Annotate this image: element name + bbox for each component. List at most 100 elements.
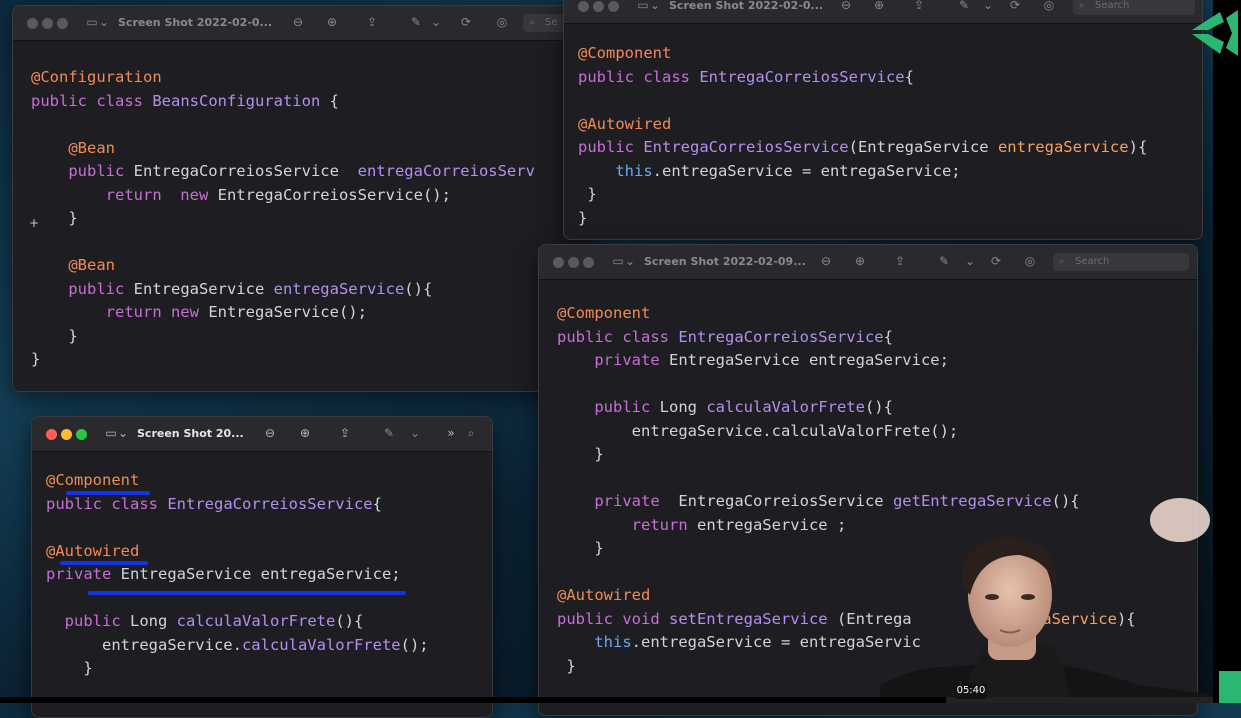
code-token: ){ xyxy=(1128,138,1148,156)
code-line: } xyxy=(31,325,535,349)
chevron-down-icon[interactable]: ⌄ xyxy=(408,426,422,440)
rotate-icon[interactable]: ⟳ xyxy=(989,254,1003,268)
close-dot[interactable] xyxy=(27,18,38,29)
zoom-dot[interactable] xyxy=(76,429,87,440)
code-token: EntregaCorreiosService xyxy=(133,162,358,180)
code-line: @Component xyxy=(578,42,1147,66)
zoom-dot[interactable] xyxy=(608,1,619,12)
code-token: EntregaService xyxy=(133,279,274,298)
search-icon[interactable]: ⌕ xyxy=(464,426,478,440)
share-icon[interactable]: ⇪ xyxy=(893,254,907,268)
search-field[interactable]: ⌕ Search xyxy=(1073,0,1195,15)
more-icon[interactable]: » xyxy=(444,426,458,440)
share-icon[interactable]: ⇪ xyxy=(338,426,352,440)
chevron-down-icon[interactable]: ⌄ xyxy=(981,0,995,12)
code-token: public class xyxy=(46,494,168,513)
search-placeholder: Search xyxy=(1095,0,1130,11)
chevron-down-icon[interactable]: ⌄ xyxy=(116,426,130,440)
window-toolbar: ▭ ⌄ Screen Shot 2022-02-0... ⊖ ⊕ ⇪ ✎ ⌄ ⟳… xyxy=(13,6,593,41)
zoom-in-icon[interactable]: ⊕ xyxy=(853,254,867,268)
window-toolbar: ▭ ⌄ Screen Shot 2022-02-0... ⊖ ⊕ ⇪ ✎ ⌄ ⟳… xyxy=(564,0,1202,24)
rotate-icon[interactable]: ⟳ xyxy=(459,15,473,29)
code-token: } xyxy=(557,539,604,557)
share-icon[interactable]: ⇪ xyxy=(365,15,379,29)
video-timestamp: 05:40 xyxy=(955,683,987,699)
zoom-in-icon[interactable]: ⊕ xyxy=(872,0,886,12)
close-dot[interactable] xyxy=(46,429,57,440)
code-token: EntregaService(); xyxy=(208,303,367,321)
code-token: @Component xyxy=(557,304,651,322)
code-token: entregaService xyxy=(997,138,1129,156)
markup-icon[interactable]: ◎ xyxy=(495,15,509,29)
markup-pen-icon[interactable]: ✎ xyxy=(957,0,971,12)
code-token: { xyxy=(904,67,914,86)
zoom-dot[interactable] xyxy=(57,18,68,29)
chevron-down-icon[interactable]: ⌄ xyxy=(648,0,662,12)
code-block: @Component public class EntregaCorreiosSe… xyxy=(578,42,1147,230)
search-field[interactable]: ⌕ Search xyxy=(1053,253,1189,271)
video-progress-bar[interactable] xyxy=(0,697,1213,703)
annotation-underline xyxy=(66,491,150,495)
zoom-out-icon[interactable]: ⊖ xyxy=(839,0,853,12)
markup-pen-icon[interactable]: ✎ xyxy=(937,254,951,268)
markup-icon[interactable]: ◎ xyxy=(1023,254,1037,268)
code-token: } xyxy=(557,656,576,675)
code-line: entregaService.calculaValorFrete(); xyxy=(557,420,1136,444)
minimize-dot[interactable] xyxy=(61,429,72,440)
markup-icon[interactable]: ◎ xyxy=(1042,0,1056,12)
zoom-in-icon[interactable]: ⊕ xyxy=(325,15,339,29)
chevron-down-icon[interactable]: ⌄ xyxy=(97,15,111,29)
code-token: EntregaCorreiosService xyxy=(167,494,373,513)
preview-window-field-injection[interactable]: ▭ ⌄ Screen Shot 20... ⊖ ⊕ ⇪ ✎ ⌄ » ⌕ @Com… xyxy=(31,416,493,718)
zoom-in-icon[interactable]: ⊕ xyxy=(298,426,312,440)
chevron-down-icon[interactable]: ⌄ xyxy=(963,254,977,268)
code-token: public xyxy=(64,612,130,630)
preview-window-constructor-injection[interactable]: ▭ ⌄ Screen Shot 2022-02-0... ⊖ ⊕ ⇪ ✎ ⌄ ⟳… xyxy=(563,0,1203,240)
preview-window-beans-configuration[interactable]: ▭ ⌄ Screen Shot 2022-02-0... ⊖ ⊕ ⇪ ✎ ⌄ ⟳… xyxy=(12,5,594,392)
code-token: return new xyxy=(105,185,218,204)
zoom-dot[interactable] xyxy=(583,257,594,268)
minimize-dot[interactable] xyxy=(42,18,53,29)
code-token: this xyxy=(594,633,632,651)
presenter-webcam xyxy=(880,495,1213,703)
code-token: private xyxy=(46,565,121,583)
search-placeholder: Se xyxy=(545,17,558,28)
close-dot[interactable] xyxy=(553,257,564,268)
plus-icon: + xyxy=(29,216,40,230)
code-token: EntregaCorreiosService(); xyxy=(217,185,451,204)
code-token: .entregaService = entregaService; xyxy=(652,161,961,180)
code-line: @Bean xyxy=(31,254,535,278)
code-token: EntregaService entregaService; xyxy=(120,565,401,583)
close-dot[interactable] xyxy=(578,1,589,12)
markup-pen-icon[interactable]: ✎ xyxy=(409,15,423,29)
share-icon[interactable]: ⇪ xyxy=(912,0,926,12)
code-line: public class EntregaCorreiosService{ xyxy=(578,66,1147,90)
chevron-down-icon[interactable]: ⌄ xyxy=(429,15,443,29)
code-line: } xyxy=(31,207,535,231)
code-token: } xyxy=(46,659,93,677)
code-line: public EntregaService entregaService(){ xyxy=(31,278,535,302)
code-token: } xyxy=(578,185,597,203)
zoom-out-icon[interactable]: ⊖ xyxy=(291,15,305,29)
markup-pen-icon[interactable]: ✎ xyxy=(382,426,396,440)
zoom-out-icon[interactable]: ⊖ xyxy=(819,254,833,268)
code-token: @Autowired xyxy=(578,114,672,133)
code-token: public xyxy=(594,398,660,416)
code-token: (){ xyxy=(335,612,364,630)
zoom-out-icon[interactable]: ⊖ xyxy=(263,426,277,440)
minimize-dot[interactable] xyxy=(593,1,604,12)
rotate-icon[interactable]: ⟳ xyxy=(1008,0,1022,12)
code-token: entregaService.calculaValorFrete(); xyxy=(557,421,959,440)
code-line: public class EntregaCorreiosService{ xyxy=(557,326,1136,350)
chevron-down-icon[interactable]: ⌄ xyxy=(623,254,637,268)
minimize-dot[interactable] xyxy=(568,257,579,268)
code-line: } xyxy=(578,183,1147,207)
